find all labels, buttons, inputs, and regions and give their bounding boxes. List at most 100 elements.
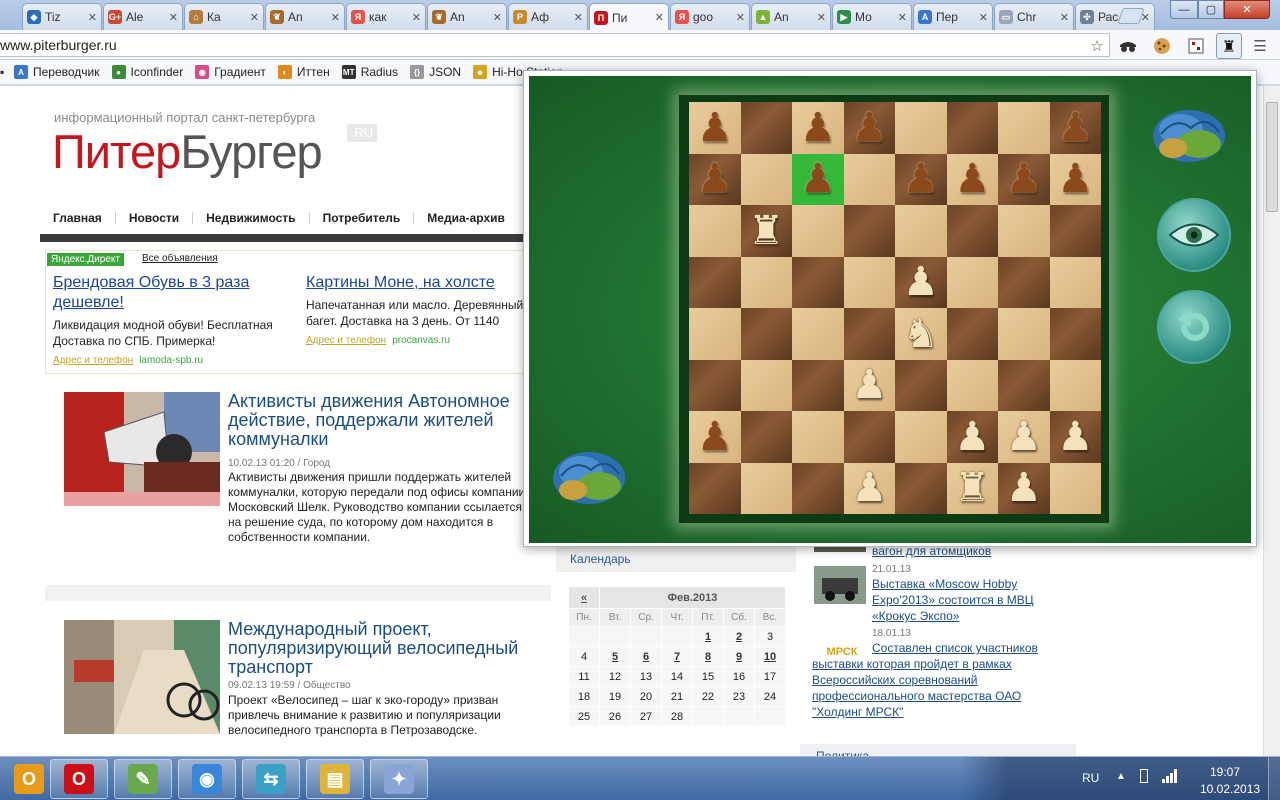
board-square[interactable]: ♟ — [689, 153, 741, 205]
white-pawn-icon[interactable]: ♟ — [851, 365, 887, 405]
board-square[interactable]: ♟ — [998, 462, 1050, 514]
calendar-day[interactable]: 1 — [692, 626, 724, 647]
board-square[interactable] — [689, 462, 741, 514]
ad-domain[interactable]: procanvas.ru — [392, 335, 450, 346]
taskbar-app-explorer[interactable]: ▤ — [306, 759, 364, 799]
bookmark-item[interactable]: ◐ Иттен — [277, 65, 330, 79]
browser-tab[interactable]: ▭ Chr ✕ — [994, 3, 1074, 30]
taskbar-app-editor[interactable]: ✎ — [114, 759, 172, 799]
board-square[interactable] — [740, 411, 792, 463]
calendar-prev-button[interactable]: « — [568, 586, 600, 609]
black-pawn-icon[interactable]: ♟ — [851, 108, 887, 148]
board-square[interactable]: ♟ — [1049, 153, 1101, 205]
board-square[interactable]: ♜ — [740, 205, 792, 257]
board-square[interactable] — [740, 462, 792, 514]
board-square[interactable]: ♟ — [843, 462, 895, 514]
browser-tab[interactable]: ▲ An ✕ — [751, 3, 831, 30]
board-square[interactable]: ♟ — [998, 411, 1050, 463]
undo-button[interactable] — [1157, 290, 1231, 364]
board-square[interactable] — [792, 256, 844, 308]
board-square[interactable] — [689, 308, 741, 360]
board-square[interactable]: ♟ — [998, 153, 1050, 205]
board-square[interactable]: ♜ — [946, 462, 998, 514]
calendar-day[interactable]: 9 — [723, 646, 755, 667]
board-square[interactable] — [895, 102, 947, 154]
scrollbar-thumb[interactable] — [1266, 102, 1278, 212]
board-square[interactable] — [689, 359, 741, 411]
calendar-day[interactable]: 8 — [692, 646, 724, 667]
board-square[interactable] — [843, 308, 895, 360]
bookmark-item[interactable]: ◉ Градиент — [195, 65, 266, 79]
white-pawn-icon[interactable]: ♟ — [1057, 417, 1093, 457]
taskbar-app-network[interactable]: ⇆ — [242, 759, 300, 799]
taskbar-app-paint[interactable]: ✦ — [370, 759, 428, 799]
black-pawn-icon[interactable]: ♟ — [1006, 159, 1042, 199]
board-square[interactable]: ♞ — [895, 308, 947, 360]
browser-tab[interactable]: ▶ Мо ✕ — [832, 3, 912, 30]
bookmarks-apps-icon[interactable]: ▪ — [0, 65, 10, 79]
board-square[interactable] — [792, 308, 844, 360]
tab-close-icon[interactable]: ✕ — [736, 11, 745, 24]
taskbar-app-chrome[interactable]: ◉ — [178, 759, 236, 799]
black-pawn-icon[interactable]: ♟ — [1057, 159, 1093, 199]
tab-close-icon[interactable]: ✕ — [655, 11, 664, 24]
board-square[interactable] — [792, 205, 844, 257]
chess-extension-icon[interactable]: ♜ — [1216, 33, 1242, 59]
white-rook-icon[interactable]: ♜ — [748, 211, 784, 251]
right-news-thumb-truck[interactable] — [814, 566, 866, 604]
browser-tab[interactable]: ◆ Tiz ✕ — [22, 3, 102, 30]
white-rook-icon[interactable]: ♜ — [954, 468, 990, 508]
direct-all-ads-link[interactable]: Все объявления — [142, 253, 218, 264]
board-square[interactable]: ♟ — [792, 153, 844, 205]
chess-board[interactable]: ♟ ♟ ♟ ♟ ♟ ♟ ♟ ♟ ♟ ♟ ♜ ♟ ♞ ♟ ♟ ♟ ♟ ♟ ♟ ♜ ♟ — [689, 102, 1101, 514]
bookmark-item[interactable]: A Переводчик — [14, 65, 100, 79]
black-pawn-icon[interactable]: ♟ — [800, 159, 836, 199]
browser-tab[interactable]: ✣ Рас ✕ — [1075, 3, 1155, 30]
bookmark-item[interactable]: {} JSON — [410, 65, 461, 79]
right-news-title-link[interactable]: Выставка «Moscow Hobby Expo'2013» состои… — [872, 576, 1062, 624]
browser-tab[interactable]: ❦ An ✕ — [427, 3, 507, 30]
board-square[interactable] — [1049, 256, 1101, 308]
black-pawn-icon[interactable]: ♟ — [697, 417, 733, 457]
tab-close-icon[interactable]: ✕ — [574, 11, 583, 24]
ad-title-link[interactable]: Брендовая Обувь в 3 раза дешевле! — [53, 273, 293, 313]
tab-close-icon[interactable]: ✕ — [979, 11, 988, 24]
board-square[interactable]: ♟ — [895, 256, 947, 308]
tab-close-icon[interactable]: ✕ — [898, 11, 907, 24]
white-pawn-icon[interactable]: ♟ — [903, 262, 939, 302]
tab-close-icon[interactable]: ✕ — [1060, 11, 1069, 24]
news-title-link[interactable]: Активисты движения Автономное действие, … — [228, 392, 538, 449]
black-pawn-icon[interactable]: ♟ — [954, 159, 990, 199]
board-square[interactable] — [998, 102, 1050, 154]
taskbar-app-opera[interactable]: O — [50, 759, 108, 799]
ad-title-link[interactable]: Картины Моне, на холсте — [306, 273, 546, 293]
black-pawn-icon[interactable]: ♟ — [697, 108, 733, 148]
board-square[interactable] — [946, 308, 998, 360]
nav-item[interactable]: Потребитель — [310, 212, 415, 224]
calendar-day[interactable]: 7 — [661, 646, 693, 667]
browser-tab[interactable]: G+ Ale ✕ — [103, 3, 183, 30]
right-column-footer[interactable]: Политика — [800, 744, 1076, 756]
bookmark-item[interactable]: MT Radius — [341, 65, 398, 79]
board-square[interactable] — [998, 205, 1050, 257]
tab-close-icon[interactable]: ✕ — [412, 11, 421, 24]
board-square[interactable] — [740, 256, 792, 308]
star-icon[interactable]: ☆ — [1087, 36, 1107, 56]
right-news-title-link[interactable]: Составлен список участников выставки кот… — [812, 640, 1074, 720]
board-square[interactable]: ♟ — [689, 102, 741, 154]
black-pawn-icon[interactable]: ♟ — [697, 159, 733, 199]
battery-icon[interactable] — [1140, 769, 1148, 783]
board-square[interactable] — [792, 411, 844, 463]
board-square[interactable] — [740, 153, 792, 205]
board-square[interactable] — [843, 411, 895, 463]
board-square[interactable] — [895, 205, 947, 257]
ad-contact-link[interactable]: Адрес и телефон — [306, 335, 386, 346]
calendar-day[interactable]: 2 — [723, 626, 755, 647]
ad-contact-link[interactable]: Адрес и телефон — [53, 355, 133, 366]
cards-extension-icon[interactable] — [1186, 36, 1206, 56]
address-bar[interactable]: www.piterburger.ru — [0, 33, 1110, 57]
board-square[interactable]: ♟ — [1049, 102, 1101, 154]
ad-domain[interactable]: lamoda-spb.ru — [139, 355, 203, 366]
clock-date[interactable]: 10.02.2013 — [1200, 782, 1260, 796]
language-indicator[interactable]: RU — [1082, 771, 1099, 785]
